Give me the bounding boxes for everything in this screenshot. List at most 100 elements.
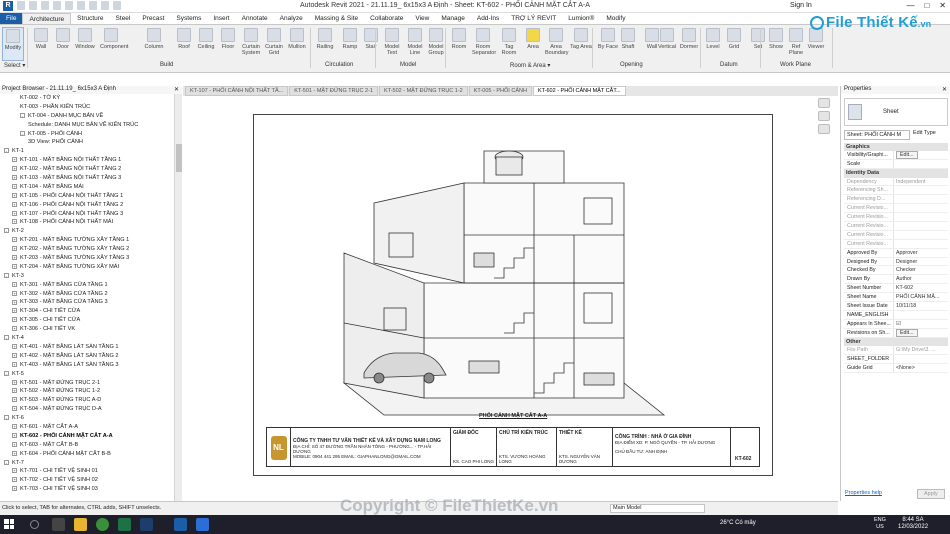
expand-icon[interactable]: + <box>12 486 17 492</box>
browser-item[interactable]: + KT-108 - PHỐI CẢNH NỘI THẤT MÁI <box>0 218 181 227</box>
browser-item[interactable]: + KT-306 - CHI TIẾT VK <box>0 325 181 334</box>
collapse-icon[interactable]: - <box>4 415 9 421</box>
browser-item[interactable]: - KT-2 <box>0 227 181 236</box>
ribbon-button-viewer-34[interactable]: Viewer <box>805 27 827 61</box>
property-value-cell[interactable] <box>894 186 948 194</box>
property-row[interactable]: Dependency Independent <box>844 177 948 187</box>
browser-item[interactable]: + KT-401 - MẶT BẰNG LÁT SÀN TẦNG 1 <box>0 343 181 352</box>
browser-item[interactable]: Schedule: DANH MỤC BẢN VẼ KIẾN TRÚC <box>0 121 181 130</box>
property-value-cell[interactable]: Designer <box>894 258 948 266</box>
expand-icon[interactable]: + <box>12 406 17 412</box>
property-row[interactable]: Sheet Number KT-602 <box>844 284 948 294</box>
property-row[interactable]: File Path G:\My Drive\3. ... <box>844 345 948 355</box>
sign-in-link[interactable]: Sign In <box>790 2 812 9</box>
property-value-cell[interactable]: G:\My Drive\3. ... <box>894 346 948 354</box>
property-value-cell[interactable] <box>894 160 948 168</box>
expand-icon[interactable]: + <box>12 423 17 429</box>
ribbon-button-room-separator-19[interactable]: Room Separator <box>472 27 496 61</box>
ribbon-button-window-3[interactable]: Window <box>74 27 96 61</box>
open-icon[interactable] <box>17 1 25 10</box>
browser-item[interactable]: - KT-4 <box>0 334 181 343</box>
ribbon-tab-lumion-[interactable]: Lumion® <box>562 13 600 24</box>
property-row[interactable]: Approved By Approver <box>844 248 948 258</box>
ribbon-tab-structure[interactable]: Structure <box>71 13 109 24</box>
property-value[interactable]: 10/11/18 <box>896 303 916 309</box>
property-value-cell[interactable] <box>894 195 948 203</box>
browser-item[interactable]: + KT-602 - PHỐI CẢNH MẶT CẮT A-A <box>0 432 181 441</box>
property-value-cell[interactable] <box>894 222 948 230</box>
browser-item[interactable]: - KT-3 <box>0 272 181 281</box>
browser-item[interactable]: + KT-203 - MẶT BẰNG TƯỜNG XÂY TẦNG 3 <box>0 254 181 263</box>
property-value-cell[interactable] <box>894 311 948 319</box>
property-value-cell[interactable] <box>894 355 948 363</box>
property-value[interactable]: ☑ <box>896 321 901 327</box>
ribbon-button-show-32[interactable]: Show <box>765 27 787 61</box>
redo-icon[interactable] <box>53 1 61 10</box>
browser-item[interactable]: - KT-1 <box>0 147 181 156</box>
expand-icon[interactable]: + <box>12 432 17 438</box>
property-row[interactable]: Visibility/Graphi... Edit... <box>844 151 948 161</box>
property-edit-button[interactable]: Edit... <box>896 328 918 337</box>
ribbon-button-grid-30[interactable]: Grid <box>723 27 745 61</box>
property-row[interactable]: NAME_ENGLISH <box>844 310 948 320</box>
expand-icon[interactable]: + <box>12 450 17 456</box>
ribbon-tab-file[interactable]: File <box>0 13 23 24</box>
save-icon[interactable] <box>29 1 37 10</box>
text-icon[interactable] <box>89 1 97 10</box>
excel-icon[interactable] <box>118 518 131 531</box>
ribbon-panel-label[interactable]: Room & Area ▾ <box>510 62 550 69</box>
expand-icon[interactable]: + <box>12 290 17 296</box>
search-icon[interactable] <box>30 520 39 529</box>
expand-icon[interactable]: + <box>12 477 17 483</box>
browser-item[interactable]: + KT-202 - MẶT BẰNG TƯỜNG XÂY TẦNG 2 <box>0 245 181 254</box>
property-value-cell[interactable] <box>894 213 948 221</box>
revit-app-icon[interactable]: R <box>3 1 13 11</box>
expand-icon[interactable]: + <box>12 183 17 189</box>
property-value-cell[interactable]: Author <box>894 275 948 283</box>
expand-icon[interactable]: + <box>12 317 17 323</box>
ribbon-button-door-2[interactable]: Door <box>52 27 74 61</box>
close-button[interactable]: ✕ <box>939 1 946 10</box>
type-selector[interactable]: Sheet <box>844 98 948 126</box>
expand-icon[interactable]: + <box>12 210 17 216</box>
browser-item[interactable]: + KT-703 - CHI TIẾT VỆ SINH 03 <box>0 485 181 494</box>
browser-item[interactable]: + KT-103 - MẶT BẰNG NỘI THẤT TẦNG 3 <box>0 174 181 183</box>
project-browser-tree[interactable]: KT-002 - TỜ KÝ KT-003 - PHẦN KIẾN TRÚC - KT… <box>0 94 182 501</box>
ribbon-button-stair-14[interactable]: Stair <box>360 27 382 61</box>
ribbon-button-mullion-11[interactable]: Mullion <box>286 27 308 61</box>
ribbon-tab-view[interactable]: View <box>409 13 435 24</box>
property-value-cell[interactable]: Approver <box>894 249 948 257</box>
property-value-cell[interactable] <box>894 240 948 248</box>
document-tab[interactable]: KT-502 - MẶT ĐỨNG TRỤC 1-2 <box>378 86 468 96</box>
ribbon-tab-massing-site[interactable]: Massing & Site <box>309 13 364 24</box>
browser-item[interactable]: + KT-601 - MẶT CẮT A-A <box>0 423 181 432</box>
expand-icon[interactable]: + <box>12 201 17 207</box>
expand-icon[interactable]: + <box>12 219 17 225</box>
ribbon-button-curtain-system-9[interactable]: Curtain System <box>240 27 262 61</box>
edit-type-button[interactable]: Edit Type <box>913 130 936 136</box>
chrome-icon[interactable] <box>96 518 109 531</box>
browser-item[interactable]: + KT-702 - CHI TIẾT VỆ SINH 02 <box>0 476 181 485</box>
ribbon-button-dormer-28[interactable]: Dormer <box>678 27 700 61</box>
property-value-cell[interactable]: <None> <box>894 364 948 372</box>
browser-item[interactable]: - KT-7 <box>0 459 181 468</box>
browser-item[interactable]: + KT-104 - MẶT BẰNG MÁI <box>0 183 181 192</box>
browser-item[interactable]: + KT-403 - MẶT BẰNG LÁT SÀN TẦNG 3 <box>0 361 181 370</box>
collapse-icon[interactable]: - <box>20 130 25 136</box>
property-value-cell[interactable]: Checker <box>894 266 948 274</box>
section-icon[interactable] <box>113 1 121 10</box>
browser-item[interactable]: + KT-504 - MẶT ĐỨNG TRỤC D-A <box>0 405 181 414</box>
property-value-cell[interactable]: Independent <box>894 178 948 186</box>
properties-close-icon[interactable]: ✕ <box>942 86 947 93</box>
ribbon-panel-label[interactable]: Select ▾ <box>4 62 25 69</box>
browser-item[interactable]: + KT-201 - MẶT BẰNG TƯỜNG XÂY TẦNG 1 <box>0 236 181 245</box>
expand-icon[interactable]: + <box>12 326 17 332</box>
browser-item[interactable]: + KT-402 - MẶT BẰNG LÁT SÀN TẦNG 2 <box>0 352 181 361</box>
property-row[interactable]: Designed By Designer <box>844 257 948 267</box>
project-browser-close-icon[interactable]: ✕ <box>174 86 179 93</box>
ribbon-button-level-29[interactable]: Level <box>702 27 724 61</box>
browser-item[interactable]: + KT-102 - MẶT BẰNG NỘI THẤT TẦNG 2 <box>0 165 181 174</box>
measure-icon[interactable] <box>77 1 85 10</box>
ribbon-button-shaft-25[interactable]: Shaft <box>617 27 639 61</box>
property-row[interactable]: Current Revisio... <box>844 213 948 223</box>
